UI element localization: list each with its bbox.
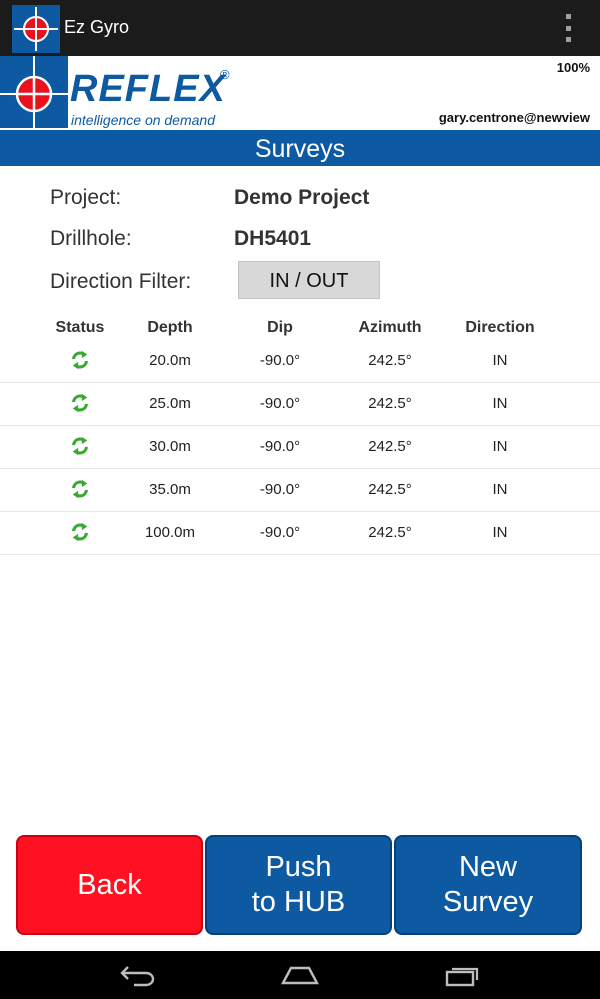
dip-cell: -90.0° bbox=[259, 438, 301, 455]
azimuth-cell: 242.5° bbox=[368, 352, 412, 369]
brand-header: REFLEX ® intelligence on demand 100% gar… bbox=[0, 56, 600, 128]
table-row[interactable]: 100.0m -90.0° 242.5° IN bbox=[0, 512, 600, 555]
depth-cell: 35.0m bbox=[149, 481, 191, 498]
recents-icon[interactable] bbox=[443, 963, 483, 987]
app-icon[interactable] bbox=[12, 5, 60, 53]
direction-cell: IN bbox=[492, 352, 508, 369]
action-bar: Ez Gyro bbox=[0, 0, 600, 56]
azimuth-cell: 242.5° bbox=[368, 438, 412, 455]
dip-cell: -90.0° bbox=[259, 395, 301, 412]
azimuth-cell: 242.5° bbox=[368, 524, 412, 541]
sync-icon bbox=[72, 522, 88, 542]
back-icon[interactable] bbox=[118, 963, 158, 987]
new-survey-button[interactable]: New Survey bbox=[394, 835, 582, 935]
depth-cell: 30.0m bbox=[149, 438, 191, 455]
depth-cell: 100.0m bbox=[144, 524, 196, 541]
table-row[interactable]: 30.0m -90.0° 242.5° IN bbox=[0, 426, 600, 469]
direction-filter-label: Direction Filter: bbox=[50, 270, 192, 293]
reflex-logo-mark bbox=[0, 56, 68, 128]
column-header-depth: Depth bbox=[147, 319, 193, 336]
drillhole-label: Drillhole: bbox=[50, 227, 132, 250]
direction-cell: IN bbox=[492, 524, 508, 541]
system-nav-bar bbox=[0, 951, 600, 999]
drillhole-value: DH5401 bbox=[234, 227, 312, 250]
brand-tagline: intelligence on demand bbox=[71, 112, 215, 128]
column-header-dip: Dip bbox=[267, 319, 293, 336]
project-label: Project: bbox=[50, 186, 122, 209]
table-row[interactable]: 20.0m -90.0° 242.5° IN bbox=[0, 340, 600, 383]
azimuth-cell: 242.5° bbox=[368, 395, 412, 412]
battery-level: 100% bbox=[556, 60, 590, 75]
sync-icon bbox=[72, 436, 88, 456]
dip-cell: -90.0° bbox=[259, 481, 301, 498]
user-email: gary.centrone@newview bbox=[438, 110, 590, 125]
column-header-direction: Direction bbox=[465, 319, 535, 336]
home-icon[interactable] bbox=[280, 963, 320, 987]
column-header-status: Status bbox=[55, 319, 105, 336]
sync-icon bbox=[72, 350, 88, 370]
sync-icon bbox=[72, 393, 88, 413]
registered-mark: ® bbox=[220, 67, 230, 82]
overflow-menu-icon[interactable] bbox=[559, 14, 577, 42]
direction-cell: IN bbox=[492, 438, 508, 455]
direction-filter-button[interactable]: IN / OUT bbox=[238, 261, 380, 299]
direction-cell: IN bbox=[492, 395, 508, 412]
direction-cell: IN bbox=[492, 481, 508, 498]
depth-cell: 25.0m bbox=[149, 395, 191, 412]
project-value: Demo Project bbox=[234, 186, 370, 209]
column-header-azimuth: Azimuth bbox=[358, 319, 422, 336]
sync-icon bbox=[72, 479, 88, 499]
screen-title-bar: Surveys bbox=[0, 128, 600, 166]
table-row[interactable]: 25.0m -90.0° 242.5° IN bbox=[0, 383, 600, 426]
azimuth-cell: 242.5° bbox=[368, 481, 412, 498]
depth-cell: 20.0m bbox=[149, 352, 191, 369]
app-title: Ez Gyro bbox=[64, 17, 130, 37]
screen-title: Surveys bbox=[254, 135, 346, 163]
back-button[interactable]: Back bbox=[16, 835, 203, 935]
push-to-hub-button[interactable]: Push to HUB bbox=[205, 835, 392, 935]
brand-wordmark: REFLEX bbox=[70, 68, 226, 110]
table-row[interactable]: 35.0m -90.0° 242.5° IN bbox=[0, 469, 600, 512]
dip-cell: -90.0° bbox=[259, 352, 301, 369]
dip-cell: -90.0° bbox=[259, 524, 301, 541]
